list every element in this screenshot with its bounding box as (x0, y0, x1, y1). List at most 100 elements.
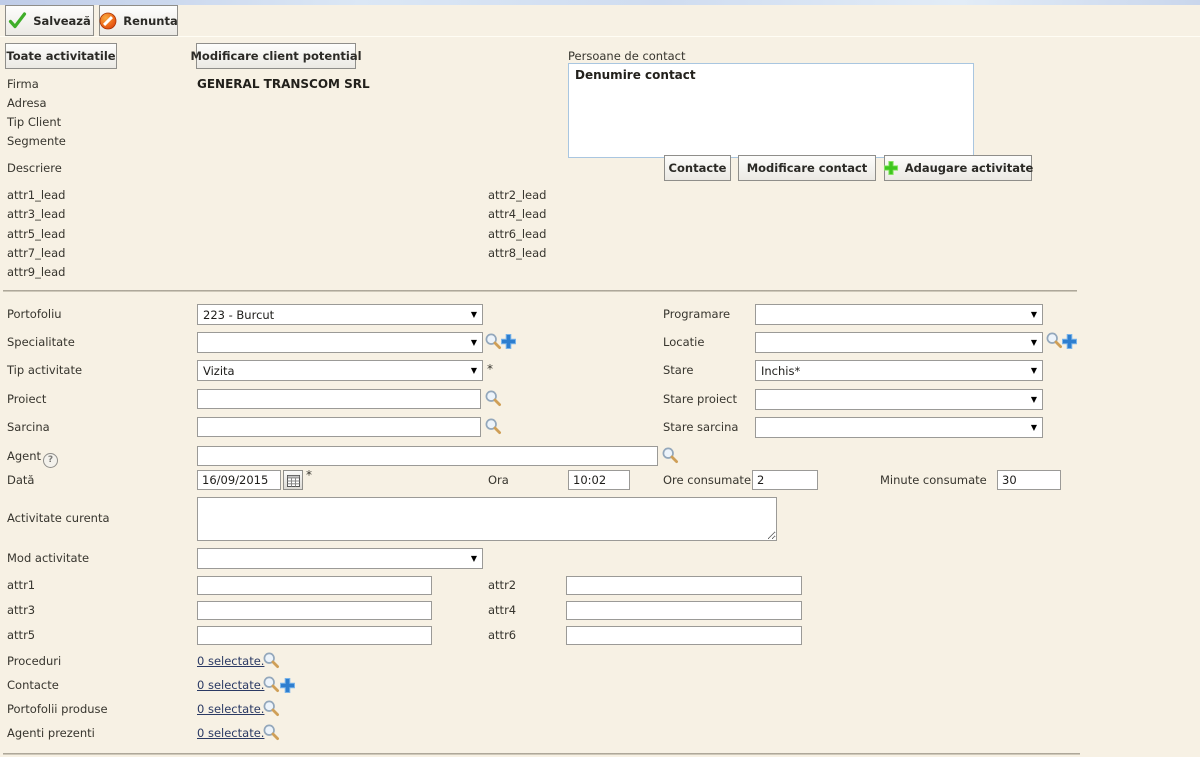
add-icon[interactable] (500, 333, 517, 350)
ore-consumate-label: Ore consumate (663, 473, 751, 487)
firma-label: Firma (7, 77, 39, 91)
save-button-label: Salvează (33, 14, 91, 28)
chevron-down-icon: ▼ (471, 366, 477, 375)
agent-label-text: Agent (7, 449, 41, 463)
sarcina-label: Sarcina (7, 420, 50, 434)
search-icon[interactable] (661, 446, 679, 464)
adresa-label: Adresa (7, 96, 47, 110)
add-icon[interactable] (279, 677, 296, 694)
contacte-selected-link[interactable]: 0 selectate. (197, 678, 264, 692)
segmente-label: Segmente (7, 134, 66, 148)
window-top-edge (0, 0, 1200, 5)
locatie-label: Locatie (663, 335, 704, 349)
stare-proiect-select[interactable]: ▼ (755, 389, 1043, 410)
specialitate-select[interactable]: ▼ (197, 332, 483, 353)
attr6-label: attr6 (488, 628, 516, 642)
add-activity-button-label: Adaugare activitate (905, 161, 1034, 175)
stare-sarcina-select[interactable]: ▼ (755, 417, 1043, 438)
lead-attr-label: attr2_lead (488, 188, 546, 202)
lead-attr-label: attr7_lead (7, 246, 65, 260)
proceduri-label: Proceduri (7, 654, 61, 668)
cancel-button[interactable]: Renunta (99, 5, 178, 36)
attr3-input[interactable] (197, 601, 432, 620)
contacts-button-label: Contacte (669, 161, 727, 175)
chevron-down-icon: ▼ (471, 310, 477, 319)
portofolii-produse-selected-link[interactable]: 0 selectate. (197, 702, 264, 716)
stare-value: Inchis* (761, 364, 800, 378)
stare-proiect-label: Stare proiect (663, 392, 737, 406)
proiect-input[interactable] (197, 389, 481, 409)
calendar-icon[interactable] (283, 470, 303, 490)
lead-attr-label: attr8_lead (488, 246, 546, 260)
required-mark: * (306, 468, 312, 482)
portofoliu-value: 223 - Burcut (203, 308, 274, 322)
programare-select[interactable]: ▼ (755, 304, 1043, 325)
contacts-button[interactable]: Contacte (664, 155, 731, 181)
agent-input[interactable] (197, 446, 658, 466)
tip-client-label: Tip Client (7, 115, 61, 129)
activitate-curenta-label: Activitate curenta (7, 511, 110, 525)
search-icon[interactable] (262, 723, 280, 741)
agenti-prezenti-label: Agenti prezenti (7, 726, 95, 740)
modify-contact-button[interactable]: Modificare contact (738, 155, 876, 181)
toolbar-bottom-line (0, 36, 1200, 37)
attr4-label: attr4 (488, 603, 516, 617)
descriere-label: Descriere (7, 161, 62, 175)
attr2-input[interactable] (566, 576, 802, 595)
ora-input[interactable] (568, 470, 630, 490)
search-icon[interactable] (484, 389, 502, 407)
search-icon[interactable] (262, 675, 280, 693)
modify-contact-button-label: Modificare contact (747, 161, 868, 175)
attr1-label: attr1 (7, 578, 35, 592)
ora-label: Ora (488, 473, 509, 487)
bottom-divider (3, 753, 1080, 755)
proceduri-selected-link[interactable]: 0 selectate. (197, 654, 264, 668)
portofoliu-select[interactable]: 223 - Burcut ▼ (197, 304, 483, 325)
lead-attr-label: attr3_lead (7, 207, 65, 221)
firma-value: GENERAL TRANSCOM SRL (197, 77, 370, 91)
lead-attr-label: attr9_lead (7, 265, 65, 279)
lead-attr-label: attr1_lead (7, 188, 65, 202)
tip-activitate-value: Vizita (203, 364, 235, 378)
minute-consumate-input[interactable] (997, 470, 1061, 490)
contact-listbox[interactable]: Denumire contact (568, 63, 974, 158)
attr5-input[interactable] (197, 626, 432, 645)
modify-lead-label: Modificare client potential (190, 49, 361, 63)
portofolii-produse-label: Portofolii produse (7, 702, 108, 716)
modify-lead-button[interactable]: Modificare client potential (196, 43, 356, 69)
attr5-label: attr5 (7, 628, 35, 642)
chevron-down-icon: ▼ (471, 554, 477, 563)
help-icon[interactable]: ? (43, 453, 58, 468)
locatie-select[interactable]: ▼ (755, 332, 1043, 353)
data-label: Dată (7, 473, 34, 487)
minute-consumate-label: Minute consumate (880, 473, 987, 487)
stare-label: Stare (663, 363, 693, 377)
save-button[interactable]: Salvează (5, 5, 94, 36)
search-icon[interactable] (262, 699, 280, 717)
activitate-curenta-textarea[interactable] (197, 497, 777, 541)
cancel-icon (99, 12, 117, 30)
date-input[interactable] (197, 470, 281, 490)
all-activities-button[interactable]: Toate activitatile (5, 43, 117, 69)
sarcina-input[interactable] (197, 417, 481, 437)
section-divider (3, 290, 1077, 292)
add-icon[interactable] (1061, 333, 1078, 350)
attr1-input[interactable] (197, 576, 432, 595)
proiect-label: Proiect (7, 392, 46, 406)
all-activities-label: Toate activitatile (6, 49, 115, 63)
tip-activitate-select[interactable]: Vizita ▼ (197, 360, 483, 381)
agenti-prezenti-selected-link[interactable]: 0 selectate. (197, 726, 264, 740)
mod-activitate-select[interactable]: ▼ (197, 548, 483, 569)
search-icon[interactable] (484, 417, 502, 435)
chevron-down-icon: ▼ (471, 338, 477, 347)
attr4-input[interactable] (566, 601, 802, 620)
attr2-label: attr2 (488, 578, 516, 592)
attr6-input[interactable] (566, 626, 802, 645)
search-icon[interactable] (262, 651, 280, 669)
ore-consumate-input[interactable] (752, 470, 818, 490)
stare-select[interactable]: Inchis* ▼ (755, 360, 1043, 381)
check-icon (8, 12, 27, 29)
add-activity-button[interactable]: Adaugare activitate (884, 155, 1032, 181)
attr3-label: attr3 (7, 603, 35, 617)
chevron-down-icon: ▼ (1031, 395, 1037, 404)
